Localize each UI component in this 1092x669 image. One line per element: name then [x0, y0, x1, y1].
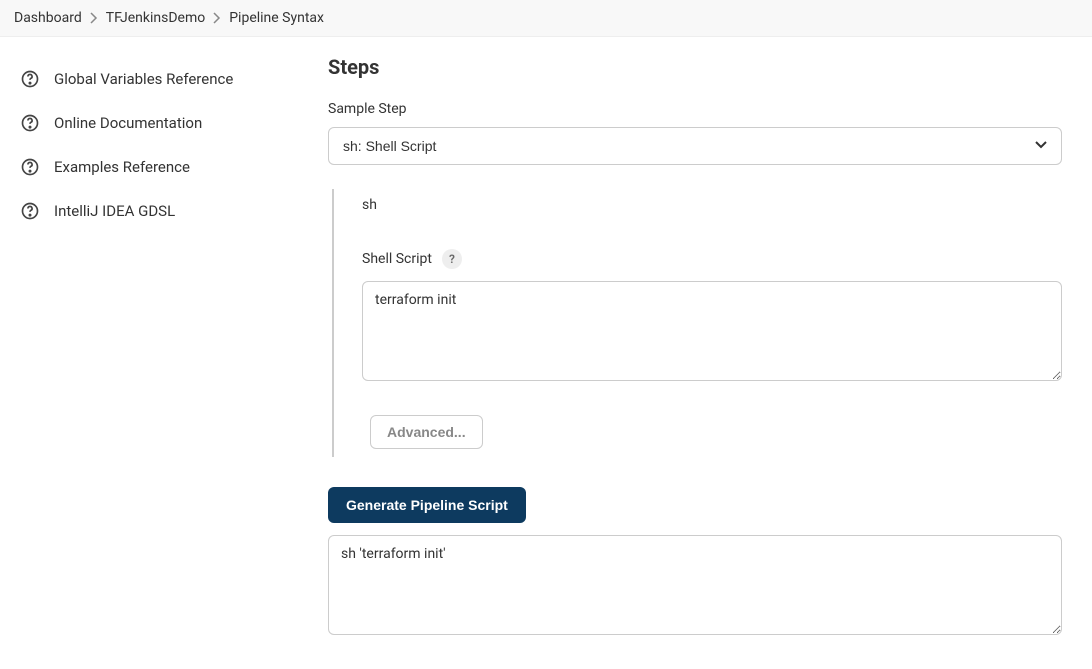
breadcrumb-item-page[interactable]: Pipeline Syntax [229, 10, 324, 26]
breadcrumb: Dashboard TFJenkinsDemo Pipeline Syntax [0, 0, 1092, 37]
page-heading: Steps [328, 55, 1062, 79]
help-circle-icon [20, 113, 40, 133]
pipeline-script-output[interactable] [328, 535, 1062, 635]
step-config-block: sh Shell Script ? Advanced... [332, 189, 1062, 457]
step-title: sh [362, 197, 1062, 213]
sidebar-item-global-vars[interactable]: Global Variables Reference [12, 57, 298, 101]
sidebar-item-label: Global Variables Reference [54, 70, 233, 88]
sample-step-select[interactable] [328, 127, 1062, 165]
generate-pipeline-script-button[interactable]: Generate Pipeline Script [328, 487, 526, 523]
sidebar-item-intellij-gdsl[interactable]: IntelliJ IDEA GDSL [12, 189, 298, 233]
sidebar-item-label: Online Documentation [54, 114, 202, 132]
sidebar-item-online-docs[interactable]: Online Documentation [12, 101, 298, 145]
help-circle-icon [20, 157, 40, 177]
help-circle-icon [20, 69, 40, 89]
sidebar-item-label: IntelliJ IDEA GDSL [54, 202, 175, 220]
advanced-button[interactable]: Advanced... [370, 415, 483, 449]
breadcrumb-item-dashboard[interactable]: Dashboard [14, 10, 82, 26]
shell-script-label: Shell Script [362, 251, 432, 267]
help-circle-icon [20, 201, 40, 221]
sidebar: Global Variables Reference Online Docume… [0, 37, 310, 669]
main-content: Steps Sample Step sh Shell Script ? Adva… [310, 37, 1090, 669]
sidebar-item-label: Examples Reference [54, 158, 190, 176]
chevron-right-icon [90, 12, 98, 24]
chevron-right-icon [213, 12, 221, 24]
sidebar-item-examples[interactable]: Examples Reference [12, 145, 298, 189]
help-icon[interactable]: ? [442, 249, 462, 269]
shell-script-input[interactable] [362, 281, 1062, 381]
sample-step-label: Sample Step [328, 101, 1062, 117]
breadcrumb-item-project[interactable]: TFJenkinsDemo [106, 10, 206, 26]
